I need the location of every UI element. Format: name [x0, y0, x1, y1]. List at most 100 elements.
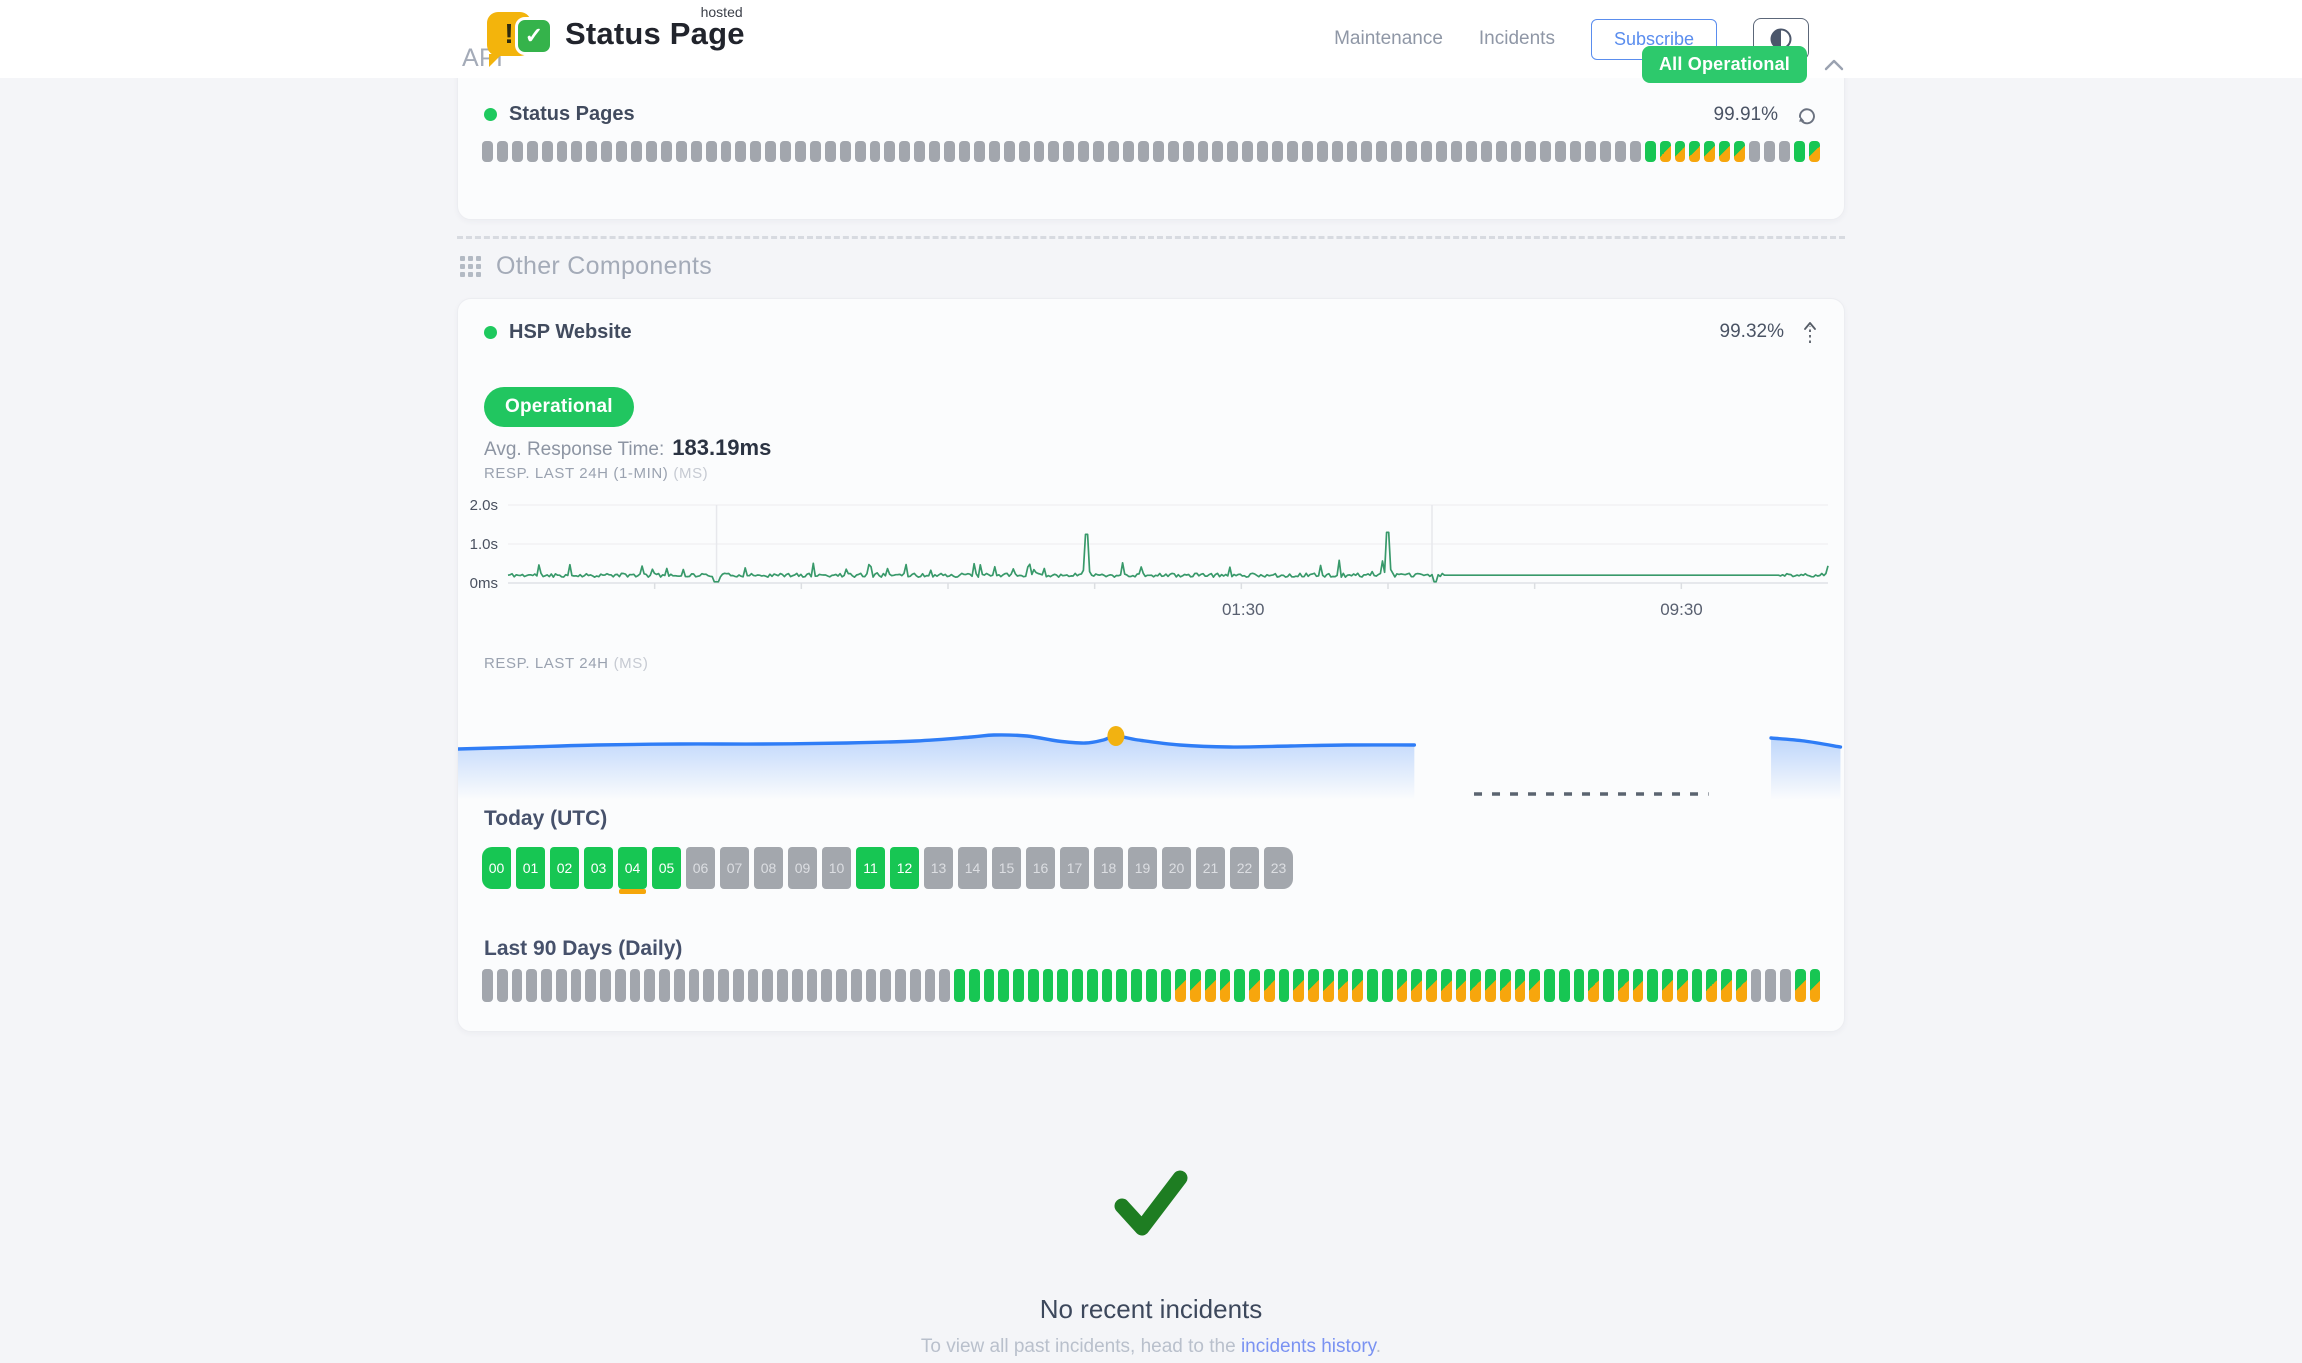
uptime-day-bar[interactable]: [1647, 969, 1658, 1002]
uptime-day-bar[interactable]: [1087, 969, 1098, 1002]
uptime-day-bar[interactable]: [1072, 969, 1083, 1002]
uptime-day-bar[interactable]: [1780, 969, 1791, 1002]
hour-cell[interactable]: 12: [890, 847, 919, 889]
uptime-day-bar[interactable]: [1692, 969, 1703, 1002]
uptime-day-bar[interactable]: [586, 141, 597, 162]
hour-cell[interactable]: 04: [618, 847, 647, 889]
uptime-day-bar[interactable]: [1028, 969, 1039, 1002]
uptime-day-bar[interactable]: [1138, 141, 1149, 162]
uptime-day-bar[interactable]: [1257, 141, 1268, 162]
uptime-day-bar[interactable]: [1382, 969, 1393, 1002]
uptime-day-bar[interactable]: [1689, 141, 1700, 162]
uptime-day-bar[interactable]: [851, 969, 862, 1002]
uptime-day-bar[interactable]: [1511, 141, 1522, 162]
hour-cell[interactable]: 23: [1264, 847, 1293, 889]
uptime-day-bar[interactable]: [526, 969, 537, 1002]
uptime-day-bar[interactable]: [1063, 141, 1074, 162]
uptime-day-bar[interactable]: [910, 969, 921, 1002]
uptime-day-bar[interactable]: [557, 141, 568, 162]
uptime-day-bar[interactable]: [616, 141, 627, 162]
uptime-day-bar[interactable]: [1093, 141, 1104, 162]
uptime-day-bar[interactable]: [810, 141, 821, 162]
hour-cell[interactable]: 07: [720, 847, 749, 889]
uptime-day-bar[interactable]: [899, 141, 910, 162]
uptime-day-bar[interactable]: [1706, 969, 1717, 1002]
uptime-day-bar[interactable]: [884, 141, 895, 162]
uptime-day-bar[interactable]: [1293, 969, 1304, 1002]
uptime-day-bar[interactable]: [1615, 141, 1626, 162]
uptime-day-bar[interactable]: [527, 141, 538, 162]
uptime-day-bar[interactable]: [969, 969, 980, 1002]
uptime-day-bar[interactable]: [1515, 969, 1526, 1002]
hour-cell[interactable]: 17: [1060, 847, 1089, 889]
uptime-day-bar[interactable]: [925, 969, 936, 1002]
uptime-day-bar[interactable]: [1048, 141, 1059, 162]
uptime-day-bar[interactable]: [733, 969, 744, 1002]
uptime-day-bar[interactable]: [1013, 969, 1024, 1002]
uptime-day-bar[interactable]: [780, 141, 791, 162]
uptime-day-bar[interactable]: [750, 141, 761, 162]
uptime-day-bar[interactable]: [1397, 969, 1408, 1002]
uptime-day-bar[interactable]: [880, 969, 891, 1002]
hour-cell[interactable]: 21: [1196, 847, 1225, 889]
collapse-up-icon[interactable]: [1802, 319, 1818, 345]
incidents-history-link[interactable]: incidents history: [1241, 1336, 1376, 1357]
uptime-day-bar[interactable]: [689, 969, 700, 1002]
uptime-day-bar[interactable]: [1677, 969, 1688, 1002]
uptime-day-bar[interactable]: [1102, 969, 1113, 1002]
uptime-day-bar[interactable]: [1570, 141, 1581, 162]
uptime-day-bar[interactable]: [1734, 141, 1745, 162]
uptime-day-bar[interactable]: [1721, 969, 1732, 1002]
uptime-day-bar[interactable]: [571, 969, 582, 1002]
uptime-day-bar[interactable]: [929, 141, 940, 162]
uptime-day-bar[interactable]: [1078, 141, 1089, 162]
uptime-day-bar[interactable]: [1736, 969, 1747, 1002]
uptime-day-bar[interactable]: [1391, 141, 1402, 162]
nav-incidents[interactable]: Incidents: [1479, 28, 1555, 50]
uptime-day-bar[interactable]: [1043, 969, 1054, 1002]
uptime-day-bar[interactable]: [631, 141, 642, 162]
uptime-day-bar[interactable]: [807, 969, 818, 1002]
uptime-day-bar[interactable]: [762, 969, 773, 1002]
uptime-day-bar[interactable]: [1749, 141, 1760, 162]
uptime-day-bar[interactable]: [1411, 969, 1422, 1002]
uptime-day-bar[interactable]: [1279, 969, 1290, 1002]
uptime-day-bar[interactable]: [1317, 141, 1328, 162]
uptime-day-bar[interactable]: [497, 969, 508, 1002]
hour-cell[interactable]: 03: [584, 847, 613, 889]
hour-cell[interactable]: 10: [822, 847, 851, 889]
uptime-day-bar[interactable]: [1779, 141, 1790, 162]
uptime-day-bar[interactable]: [1441, 969, 1452, 1002]
uptime-day-bar[interactable]: [1205, 969, 1216, 1002]
uptime-day-bar[interactable]: [821, 969, 832, 1002]
uptime-day-bar[interactable]: [735, 141, 746, 162]
uptime-day-bar[interactable]: [1161, 969, 1172, 1002]
uptime-day-bar[interactable]: [792, 969, 803, 1002]
uptime-day-bar[interactable]: [870, 141, 881, 162]
uptime-day-bar[interactable]: [748, 969, 759, 1002]
uptime-day-bar[interactable]: [1249, 969, 1260, 1002]
uptime-day-bar[interactable]: [1794, 141, 1805, 162]
uptime-day-bar[interactable]: [1764, 141, 1775, 162]
uptime-day-bar[interactable]: [482, 969, 493, 1002]
refresh-icon[interactable]: [1796, 105, 1818, 125]
hour-cell[interactable]: 14: [958, 847, 987, 889]
uptime-day-bar[interactable]: [615, 969, 626, 1002]
uptime-day-bar[interactable]: [1544, 969, 1555, 1002]
hour-cell[interactable]: 00: [482, 847, 511, 889]
uptime-day-bar[interactable]: [1795, 969, 1806, 1002]
uptime-day-bar[interactable]: [601, 141, 612, 162]
uptime-day-bar[interactable]: [659, 969, 670, 1002]
uptime-day-bar[interactable]: [646, 141, 657, 162]
uptime-day-bar[interactable]: [1719, 141, 1730, 162]
hour-cell[interactable]: 22: [1230, 847, 1259, 889]
uptime-day-bar[interactable]: [1302, 141, 1313, 162]
hour-cell[interactable]: 13: [924, 847, 953, 889]
uptime-day-bar[interactable]: [1338, 969, 1349, 1002]
uptime-day-bar[interactable]: [1751, 969, 1762, 1002]
uptime-day-bar[interactable]: [1212, 141, 1223, 162]
uptime-day-bar[interactable]: [1234, 969, 1245, 1002]
hour-cell[interactable]: 06: [686, 847, 715, 889]
uptime-day-bar[interactable]: [1108, 141, 1119, 162]
uptime-day-bar[interactable]: [1242, 141, 1253, 162]
